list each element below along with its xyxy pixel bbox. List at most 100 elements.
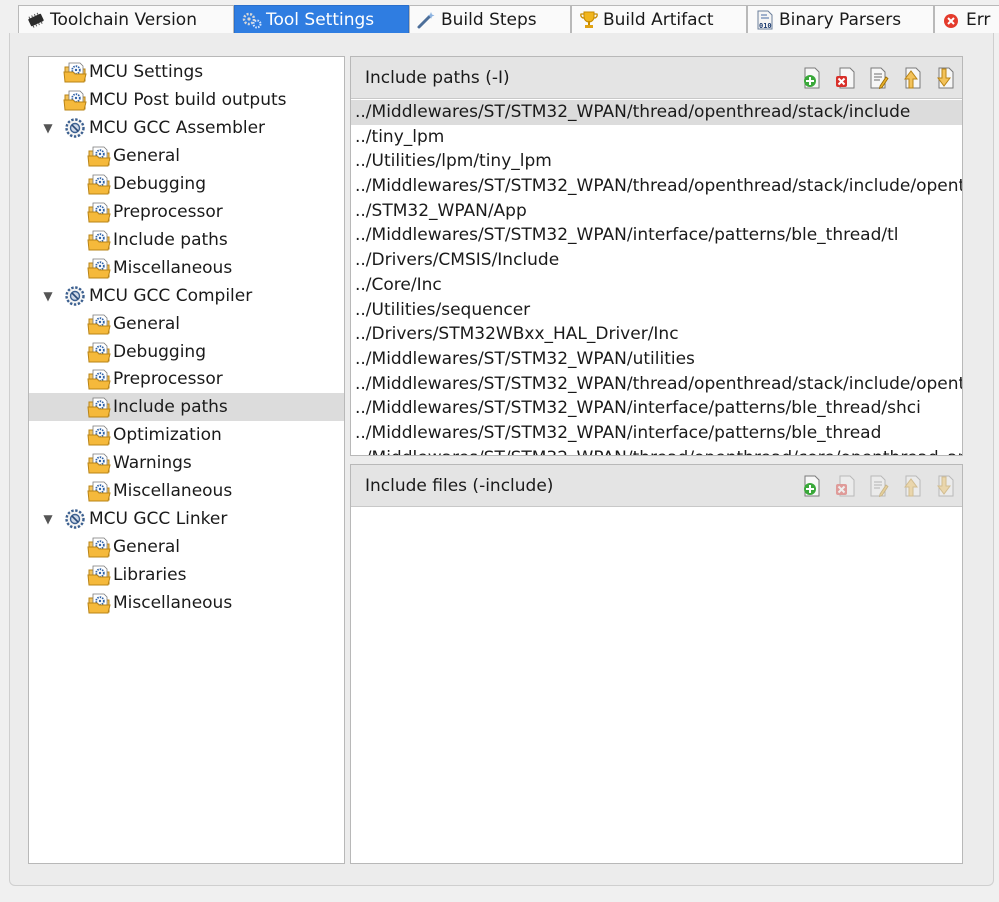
tree-item-label: Debugging xyxy=(113,173,206,194)
tab-label: Build Steps xyxy=(441,9,537,30)
tab-toolchain-version[interactable]: Toolchain Version xyxy=(18,5,234,33)
add-icon xyxy=(800,67,824,95)
tab-binary-parsers[interactable]: 010 Binary Parsers xyxy=(747,5,934,33)
folder-settings-icon xyxy=(87,340,111,364)
folder-settings-icon xyxy=(87,228,111,252)
tab-label: Tool Settings xyxy=(266,9,375,30)
tree-item-label: Miscellaneous xyxy=(113,593,233,614)
chip-icon xyxy=(28,12,44,28)
tree-item[interactable]: Miscellaneous xyxy=(29,589,344,617)
tree-item[interactable]: General xyxy=(29,533,344,561)
tree-item-label: Debugging xyxy=(113,341,206,362)
move-down-icon xyxy=(932,475,956,503)
folder-settings-icon xyxy=(87,172,111,196)
tree-item[interactable]: Miscellaneous xyxy=(29,477,344,505)
settings-tree[interactable]: MCU Settings MCU Post build outputs ▼ MCU G… xyxy=(28,56,345,864)
tree-item[interactable]: General xyxy=(29,142,344,170)
list-item[interactable]: ../Utilities/sequencer xyxy=(351,298,962,323)
include-paths-panel: Include paths (-I) ../Middlewares/ST/STM… xyxy=(350,56,963,456)
expand-toggle-icon[interactable]: ▼ xyxy=(41,121,55,135)
tree-item[interactable]: Preprocessor xyxy=(29,198,344,226)
tree-item[interactable]: MCU Settings xyxy=(29,58,344,86)
tree-item-label: Warnings xyxy=(113,453,192,474)
list-item[interactable]: ../Core/Inc xyxy=(351,273,962,298)
folder-settings-icon xyxy=(87,563,111,587)
tree-item[interactable]: Preprocessor xyxy=(29,365,344,393)
include-files-list[interactable] xyxy=(351,508,962,863)
tree-item-label: Miscellaneous xyxy=(113,257,233,278)
tree-item-label: MCU Settings xyxy=(89,62,204,82)
folder-settings-icon xyxy=(87,144,111,168)
edit-icon xyxy=(866,475,890,503)
move-up-button[interactable] xyxy=(899,474,923,498)
list-item[interactable]: ../Middlewares/ST/STM32_WPAN/thread/open… xyxy=(351,100,962,125)
delete-button[interactable] xyxy=(833,474,857,498)
tree-item[interactable]: ▼ MCU GCC Assembler xyxy=(29,114,344,142)
tree-item[interactable]: Include paths xyxy=(29,393,344,422)
tree-item-label: General xyxy=(113,145,180,166)
list-item[interactable]: ../Middlewares/ST/STM32_WPAN/thread/open… xyxy=(351,174,962,199)
tree-item[interactable]: Include paths xyxy=(29,226,344,254)
include-paths-header: Include paths (-I) xyxy=(351,57,962,99)
tree-item[interactable]: Debugging xyxy=(29,338,344,366)
tree-item-label: Preprocessor xyxy=(113,369,223,390)
tab-tool-settings[interactable]: Tool Settings xyxy=(234,5,409,33)
tree-item[interactable]: Miscellaneous xyxy=(29,254,344,282)
folder-settings-icon xyxy=(63,88,87,112)
tree-item-label: General xyxy=(113,537,180,558)
tree-item-label: Include paths xyxy=(113,229,228,250)
folder-settings-icon xyxy=(87,591,111,615)
move-down-button[interactable] xyxy=(932,66,956,90)
move-down-icon xyxy=(932,67,956,95)
folder-settings-icon xyxy=(87,312,111,336)
tree-item[interactable]: MCU Post build outputs xyxy=(29,86,344,114)
tab-build-artifact[interactable]: Build Artifact xyxy=(571,5,747,33)
list-item[interactable]: ../Drivers/STM32WBxx_HAL_Driver/Inc xyxy=(351,322,962,347)
tree-item[interactable]: Libraries xyxy=(29,561,344,589)
tree-item[interactable]: ▼ MCU GCC Linker xyxy=(29,505,344,533)
tree-item[interactable]: Debugging xyxy=(29,170,344,198)
tree-item-label: Preprocessor xyxy=(113,201,223,222)
list-item[interactable]: ../Drivers/CMSIS/Include xyxy=(351,248,962,273)
edit-button[interactable] xyxy=(866,474,890,498)
include-files-panel: Include files (-include) xyxy=(350,464,963,864)
list-item[interactable]: ../Middlewares/ST/STM32_WPAN/interface/p… xyxy=(351,223,962,248)
tree-item-label: Libraries xyxy=(113,565,187,586)
folder-settings-icon xyxy=(63,60,87,84)
expand-toggle-icon[interactable]: ▼ xyxy=(41,289,55,303)
list-item[interactable]: ../Middlewares/ST/STM32_WPAN/utilities xyxy=(351,347,962,372)
include-paths-toolbar xyxy=(791,66,956,90)
tab-label: Toolchain Version xyxy=(50,9,197,30)
tree-item[interactable]: General xyxy=(29,310,344,338)
tree-item[interactable]: Optimization xyxy=(29,421,344,449)
tree-item[interactable]: ▼ MCU GCC Compiler xyxy=(29,282,344,310)
tool-gear-icon xyxy=(63,116,87,140)
list-item[interactable]: ../Middlewares/ST/STM32_WPAN/interface/p… xyxy=(351,421,962,446)
tree-item-label: MCU GCC Compiler xyxy=(89,285,253,306)
tab-label: Build Artifact xyxy=(603,9,714,30)
tree-item[interactable]: Warnings xyxy=(29,449,344,477)
svg-text:010: 010 xyxy=(759,22,772,30)
tab-label: Err xyxy=(966,9,991,30)
add-icon xyxy=(800,475,824,503)
expand-toggle-icon[interactable]: ▼ xyxy=(41,512,55,526)
list-item[interactable]: ../Middlewares/ST/STM32_WPAN/thread/open… xyxy=(351,372,962,397)
include-paths-list[interactable]: ../Middlewares/ST/STM32_WPAN/thread/open… xyxy=(351,100,962,455)
tree-item-label: MCU GCC Linker xyxy=(89,509,228,530)
add-button[interactable] xyxy=(800,474,824,498)
edit-button[interactable] xyxy=(866,66,890,90)
tab-build-steps[interactable]: Build Steps xyxy=(409,5,571,33)
list-item[interactable]: ../Middlewares/ST/STM32_WPAN/interface/p… xyxy=(351,396,962,421)
tab-errors[interactable]: Err xyxy=(934,5,999,33)
tree-item-label: Miscellaneous xyxy=(113,481,233,502)
list-item[interactable]: ../Utilities/lpm/tiny_lpm xyxy=(351,149,962,174)
list-item[interactable]: ../Middlewares/ST/STM32_WPAN/thread/open… xyxy=(351,446,962,455)
list-item[interactable]: ../STM32_WPAN/App xyxy=(351,199,962,224)
folder-settings-icon xyxy=(87,451,111,475)
delete-button[interactable] xyxy=(833,66,857,90)
move-down-button[interactable] xyxy=(932,474,956,498)
move-up-button[interactable] xyxy=(899,66,923,90)
add-button[interactable] xyxy=(800,66,824,90)
folder-settings-icon xyxy=(87,423,111,447)
list-item[interactable]: ../tiny_lpm xyxy=(351,125,962,150)
